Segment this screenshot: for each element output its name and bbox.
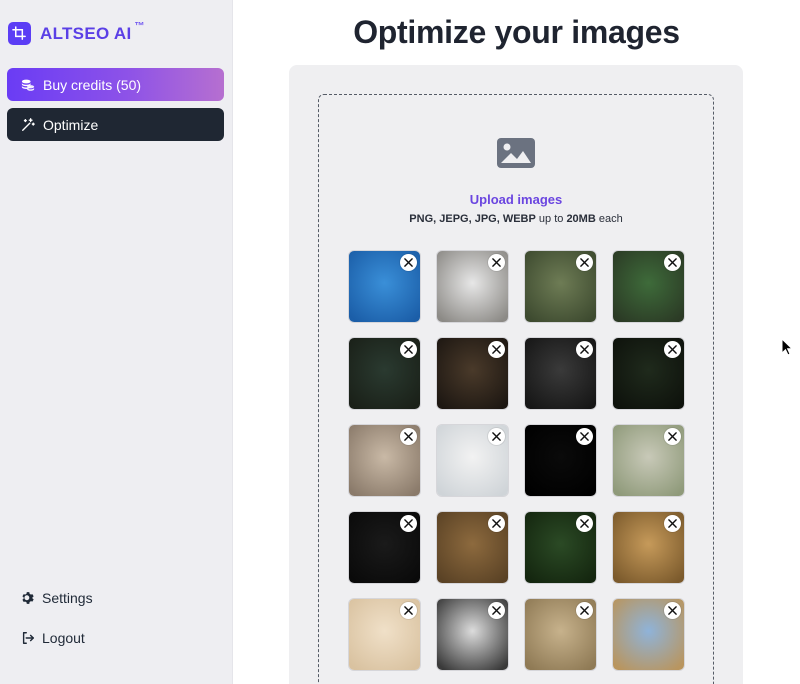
image-thumbnail-eagle-owl[interactable]: [436, 337, 509, 410]
upload-each: each: [598, 213, 623, 225]
remove-image-button[interactable]: [576, 428, 593, 445]
logout-link[interactable]: Logout: [21, 630, 85, 646]
optimize-button[interactable]: Optimize: [7, 108, 224, 141]
close-icon: [404, 606, 413, 615]
close-icon: [492, 345, 501, 354]
image-thumbnail-cowboy-on-horse[interactable]: [612, 598, 685, 671]
remove-image-button[interactable]: [576, 602, 593, 619]
page-title: Optimize your images: [353, 14, 680, 50]
image-thumbnail-antelope[interactable]: [348, 598, 421, 671]
coins-icon: [21, 79, 35, 91]
magic-wand-icon: [22, 117, 35, 131]
upload-size-limit: 20MB: [566, 213, 596, 225]
optimize-label: Optimize: [43, 116, 99, 133]
image-thumbnail-chameleon[interactable]: [612, 424, 685, 497]
close-icon: [580, 258, 589, 267]
image-thumbnail-fox-and-cat[interactable]: [524, 337, 597, 410]
upload-up-to: up to: [538, 213, 564, 225]
remove-image-button[interactable]: [488, 341, 505, 358]
sidebar: ALTSEO AI ™ Buy credits (50) Optimize Se…: [0, 0, 233, 684]
close-icon: [492, 519, 501, 528]
remove-image-button[interactable]: [400, 254, 417, 271]
remove-image-button[interactable]: [400, 428, 417, 445]
remove-image-button[interactable]: [400, 515, 417, 532]
upload-hint: PNG, JEPG, JPG, WEBP up to 20MB each: [318, 213, 714, 225]
close-icon: [668, 519, 677, 528]
remove-image-button[interactable]: [488, 428, 505, 445]
close-icon: [404, 432, 413, 441]
image-thumbnail-owl[interactable]: [436, 250, 509, 323]
image-thumbnail-dog-on-grass[interactable]: [612, 250, 685, 323]
image-grid: [348, 250, 688, 671]
close-icon: [492, 606, 501, 615]
close-icon: [580, 606, 589, 615]
remove-image-button[interactable]: [576, 254, 593, 271]
upload-formats: PNG, JEPG, JPG, WEBP: [409, 213, 536, 225]
remove-image-button[interactable]: [488, 602, 505, 619]
close-icon: [668, 258, 677, 267]
remove-image-button[interactable]: [576, 515, 593, 532]
image-icon: [497, 138, 535, 168]
remove-image-button[interactable]: [576, 341, 593, 358]
close-icon: [492, 432, 501, 441]
image-thumbnail-dolphin[interactable]: [348, 250, 421, 323]
image-thumbnail-lion-cubs[interactable]: [524, 598, 597, 671]
remove-image-button[interactable]: [664, 515, 681, 532]
close-icon: [668, 432, 677, 441]
image-thumbnail-zebras[interactable]: [436, 598, 509, 671]
image-thumbnail-deer-in-forest[interactable]: [524, 250, 597, 323]
buy-credits-button[interactable]: Buy credits (50): [7, 68, 224, 101]
close-icon: [404, 345, 413, 354]
close-icon: [404, 519, 413, 528]
close-icon: [580, 345, 589, 354]
image-thumbnail-flamingos[interactable]: [348, 511, 421, 584]
image-thumbnail-dogs-running[interactable]: [436, 511, 509, 584]
close-icon: [580, 432, 589, 441]
image-thumbnail-lorikeets[interactable]: [612, 337, 685, 410]
remove-image-button[interactable]: [488, 254, 505, 271]
brand[interactable]: ALTSEO AI ™: [8, 21, 145, 45]
image-thumbnail-beetle-on-leaf[interactable]: [524, 511, 597, 584]
remove-image-button[interactable]: [400, 341, 417, 358]
gear-icon: [22, 592, 34, 604]
remove-image-button[interactable]: [488, 515, 505, 532]
close-icon: [668, 345, 677, 354]
image-thumbnail-betta-fish[interactable]: [524, 424, 597, 497]
logout-label: Logout: [42, 630, 85, 646]
image-thumbnail-orange-frog[interactable]: [348, 337, 421, 410]
remove-image-button[interactable]: [664, 428, 681, 445]
image-thumbnail-bald-eagle[interactable]: [436, 424, 509, 497]
remove-image-button[interactable]: [664, 341, 681, 358]
remove-image-button[interactable]: [664, 254, 681, 271]
upload-images-link[interactable]: Upload images: [318, 192, 714, 207]
image-thumbnail-sphynx-cat[interactable]: [348, 424, 421, 497]
brand-trademark: ™: [134, 21, 145, 32]
settings-label: Settings: [42, 590, 93, 606]
settings-link[interactable]: Settings: [21, 590, 93, 606]
close-icon: [668, 606, 677, 615]
crop-logo-icon: [8, 22, 31, 45]
remove-image-button[interactable]: [400, 602, 417, 619]
mouse-cursor-icon: [781, 338, 793, 356]
logout-icon: [22, 632, 34, 644]
image-thumbnail-leopard[interactable]: [612, 511, 685, 584]
close-icon: [492, 258, 501, 267]
brand-name: ALTSEO AI: [40, 23, 132, 43]
close-icon: [404, 258, 413, 267]
remove-image-button[interactable]: [664, 602, 681, 619]
buy-credits-label: Buy credits (50): [43, 76, 142, 93]
close-icon: [580, 519, 589, 528]
